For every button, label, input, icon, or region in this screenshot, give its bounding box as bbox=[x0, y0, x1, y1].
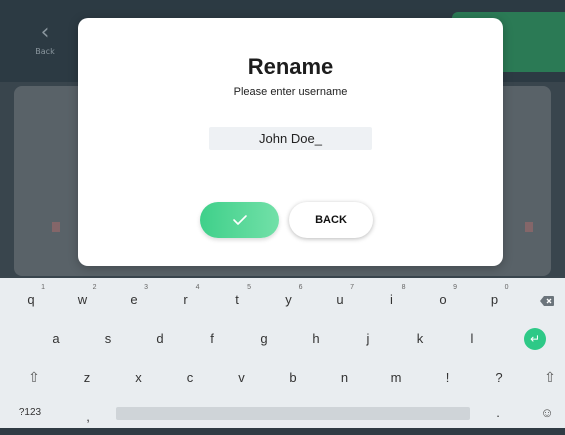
key-f[interactable]: f bbox=[192, 320, 232, 357]
key-exclamation[interactable]: ! bbox=[428, 359, 468, 396]
key-c[interactable]: c bbox=[170, 359, 210, 396]
emoji-icon: ☺ bbox=[540, 405, 554, 420]
key-x[interactable]: x bbox=[119, 359, 159, 396]
enter-key[interactable]: ↵ bbox=[524, 328, 546, 350]
emoji-key[interactable]: ☺ bbox=[529, 394, 565, 431]
key-g[interactable]: g bbox=[244, 320, 284, 357]
dialog-subtitle: Please enter username bbox=[233, 86, 348, 98]
key-number-hint: 5 bbox=[247, 284, 251, 291]
key-y[interactable]: y6 bbox=[269, 281, 309, 318]
dialog-title: Rename bbox=[247, 54, 334, 79]
backspace-key[interactable] bbox=[529, 281, 565, 318]
key-k[interactable]: k bbox=[400, 320, 440, 357]
rename-dialog: Rename Please enter username John Doe_ B… bbox=[78, 18, 503, 266]
key-t[interactable]: t5 bbox=[217, 281, 257, 318]
background-marker-left bbox=[52, 222, 60, 232]
key-number-hint: 9 bbox=[453, 284, 457, 291]
comma-key[interactable]: , bbox=[68, 398, 108, 435]
key-o[interactable]: o9 bbox=[423, 281, 463, 318]
key-number-hint: 1 bbox=[41, 284, 45, 291]
key-question[interactable]: ? bbox=[479, 359, 519, 396]
background-back-label: Back bbox=[35, 47, 55, 56]
key-p[interactable]: p0 bbox=[475, 281, 515, 318]
check-icon bbox=[232, 215, 247, 225]
chevron-left-icon: ‹ bbox=[40, 20, 50, 45]
key-b[interactable]: b bbox=[273, 359, 313, 396]
key-number-hint: 2 bbox=[92, 284, 97, 291]
key-number-hint: 8 bbox=[401, 284, 406, 291]
key-j[interactable]: j bbox=[348, 320, 388, 357]
keyboard-row-2: asdfghjkl bbox=[0, 320, 565, 357]
backspace-icon bbox=[540, 295, 554, 306]
key-r[interactable]: r4 bbox=[166, 281, 206, 318]
key-v[interactable]: v bbox=[222, 359, 262, 396]
key-d[interactable]: d bbox=[140, 320, 180, 357]
username-field[interactable]: John Doe_ bbox=[209, 127, 372, 150]
key-number-hint: 4 bbox=[195, 284, 200, 291]
shift-icon: ⇧ bbox=[544, 369, 556, 385]
key-number-hint: 6 bbox=[298, 284, 303, 291]
space-key[interactable] bbox=[116, 407, 470, 420]
back-button[interactable]: BACK bbox=[289, 202, 373, 238]
keyboard-row-3: z x c v b n m!? bbox=[0, 359, 565, 396]
background-back-button: ‹ Back bbox=[28, 20, 62, 60]
key-i[interactable]: i8 bbox=[372, 281, 412, 318]
key-l[interactable]: l bbox=[452, 320, 492, 357]
keyboard-row-1: q1 w2 e3 r4 t5 y6 u7 i8 o9 p0 bbox=[0, 281, 565, 318]
key-e[interactable]: e3 bbox=[114, 281, 154, 318]
background-marker-right bbox=[525, 222, 533, 232]
key-number-hint: 3 bbox=[144, 284, 148, 291]
symbols-key[interactable]: ?123 bbox=[10, 394, 50, 431]
key-number-hint: 7 bbox=[350, 284, 354, 291]
key-q[interactable]: q1 bbox=[11, 281, 51, 318]
key-a[interactable]: a bbox=[36, 320, 76, 357]
period-key[interactable]: . bbox=[478, 394, 518, 431]
key-z[interactable]: z bbox=[67, 359, 107, 396]
key-u[interactable]: u7 bbox=[320, 281, 360, 318]
key-s[interactable]: s bbox=[88, 320, 128, 357]
key-h[interactable]: h bbox=[296, 320, 336, 357]
key-w[interactable]: w2 bbox=[63, 281, 103, 318]
key-m[interactable]: m bbox=[376, 359, 416, 396]
soft-keyboard: q1 w2 e3 r4 t5 y6 u7 i8 o9 p0 asdfghjkl ↵ ⇧ zxcvb… bbox=[0, 278, 565, 428]
key-n[interactable]: n bbox=[325, 359, 365, 396]
enter-icon: ↵ bbox=[529, 332, 541, 346]
key-number-hint: 0 bbox=[504, 284, 509, 291]
shift-key-right[interactable]: ⇧ bbox=[530, 359, 565, 396]
confirm-button[interactable] bbox=[200, 202, 279, 238]
